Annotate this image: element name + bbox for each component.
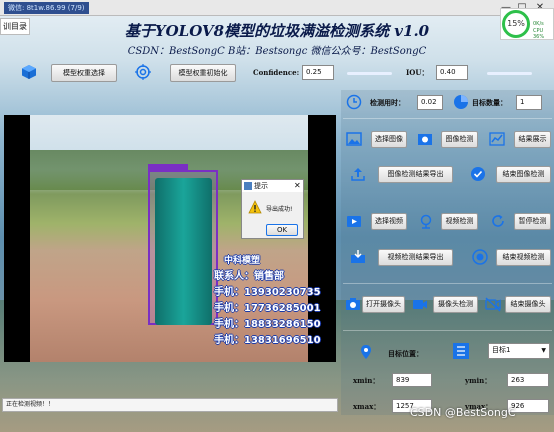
divider [343,330,552,331]
dialog-close-icon[interactable]: ✕ [294,181,301,190]
confidence-spinbox[interactable]: 0.25 [302,65,334,80]
select-target-icon [453,343,469,359]
video-detect-button[interactable]: 视频检测 [441,213,478,230]
select-image-button[interactable]: 选择图像 [371,131,407,148]
end-image-button[interactable]: 结束图像检测 [496,166,551,183]
warning-icon [248,200,262,214]
refresh-icon [490,213,506,229]
ok-button[interactable]: OK [266,224,298,236]
select-video-button[interactable]: 选择视频 [371,213,407,230]
image-scan-icon [417,131,433,147]
export-video-button[interactable]: 视频检测结果导出 [378,249,453,266]
iou-spinbox[interactable]: 0.40 [436,65,468,80]
time-value: 0.02 [417,95,443,110]
footer-watermark: CSDN @BestSongC [410,406,516,419]
video-icon [346,213,362,229]
count-label: 目标数量： [472,98,507,107]
end-video-button[interactable]: 结束视频检测 [496,249,551,266]
confidence-slider[interactable] [347,72,392,75]
show-result-button[interactable]: 结果展示 [514,131,551,148]
export-image-button[interactable]: 图像检测结果导出 [378,166,453,183]
camera-off-icon [485,296,501,312]
watermark-line: 手机：18833286150 [214,319,321,330]
watermark-line: 手机：13831696510 [214,335,321,346]
image-icon [346,131,362,147]
confidence-label: Confidence: [253,68,300,77]
open-camera-button[interactable]: 打开摄像头 [362,296,405,313]
stop-circle-icon [472,249,488,265]
watermark-line: 中科模塑 [224,256,261,266]
chevron-down-icon: ▼ [541,347,546,354]
ymin-label: ymin： [465,376,492,385]
page-subtitle: CSDN：BestSongC B站：Bestsongc 微信公众号：BestSo… [127,46,427,57]
end-camera-button[interactable]: 结束摄像头 [505,296,551,313]
divider [343,283,552,284]
pie-chart-icon [453,94,469,110]
iou-label: IOU： [406,68,429,77]
message-dialog: 提示 ✕ 导出成功! OK [241,179,304,239]
location-scan-icon [418,213,434,229]
clock-icon [346,94,362,110]
window-title: 微信: 8t1w.86.99 (7/9) [4,2,89,14]
window-titlebar: 微信: 8t1w.86.99 (7/9) — □ ✕ [0,0,554,16]
watermark-line: 手机：13930230735 [214,287,321,298]
app-icon [244,182,252,190]
target-icon [135,64,151,80]
xmax-label: xmax： [353,402,381,411]
page-title: 基于YOLOV8模型的垃圾满溢检测系统 v1.0 [124,22,430,40]
dialog-message: 导出成功! [266,206,293,213]
position-label: 目标位置： [388,349,423,358]
divider [343,118,552,119]
cube-icon [21,64,37,80]
xmin-field: 839 [392,373,432,387]
target-select[interactable]: 目标1 ▼ [488,343,550,359]
status-bar: 正在检测视频！！ [2,398,338,412]
dialog-title: 提示 [254,182,268,190]
ymin-field: 263 [507,373,549,387]
iou-slider[interactable] [487,72,532,75]
video-watermark: 中科模塑 联系人：销售部 手机：13930230735 手机：177362850… [214,253,322,348]
watermark-line: 手机：17736285001 [214,303,321,314]
video-camera-icon [412,296,428,312]
count-value: 1 [516,95,542,110]
download-tray-icon [350,249,366,265]
camera-icon [345,296,361,312]
line-chart-icon [489,131,505,147]
pause-detect-button[interactable]: 暂停检测 [514,213,551,230]
upload-icon [350,166,366,182]
image-detect-button[interactable]: 图像检测 [441,131,478,148]
xmin-label: xmin： [353,376,380,385]
time-label: 检测用时： [370,98,405,107]
check-circle-icon [470,166,486,182]
map-pin-icon [358,344,374,360]
model-select-button[interactable]: 模型权重选择 [51,64,117,82]
watermark-line: 联系人：销售部 [214,271,284,282]
camera-detect-button[interactable]: 摄像头检测 [433,296,478,313]
model-init-button[interactable]: 模型权重初始化 [170,64,236,82]
trash-bin [155,178,212,325]
detection-label-tag [148,164,188,171]
